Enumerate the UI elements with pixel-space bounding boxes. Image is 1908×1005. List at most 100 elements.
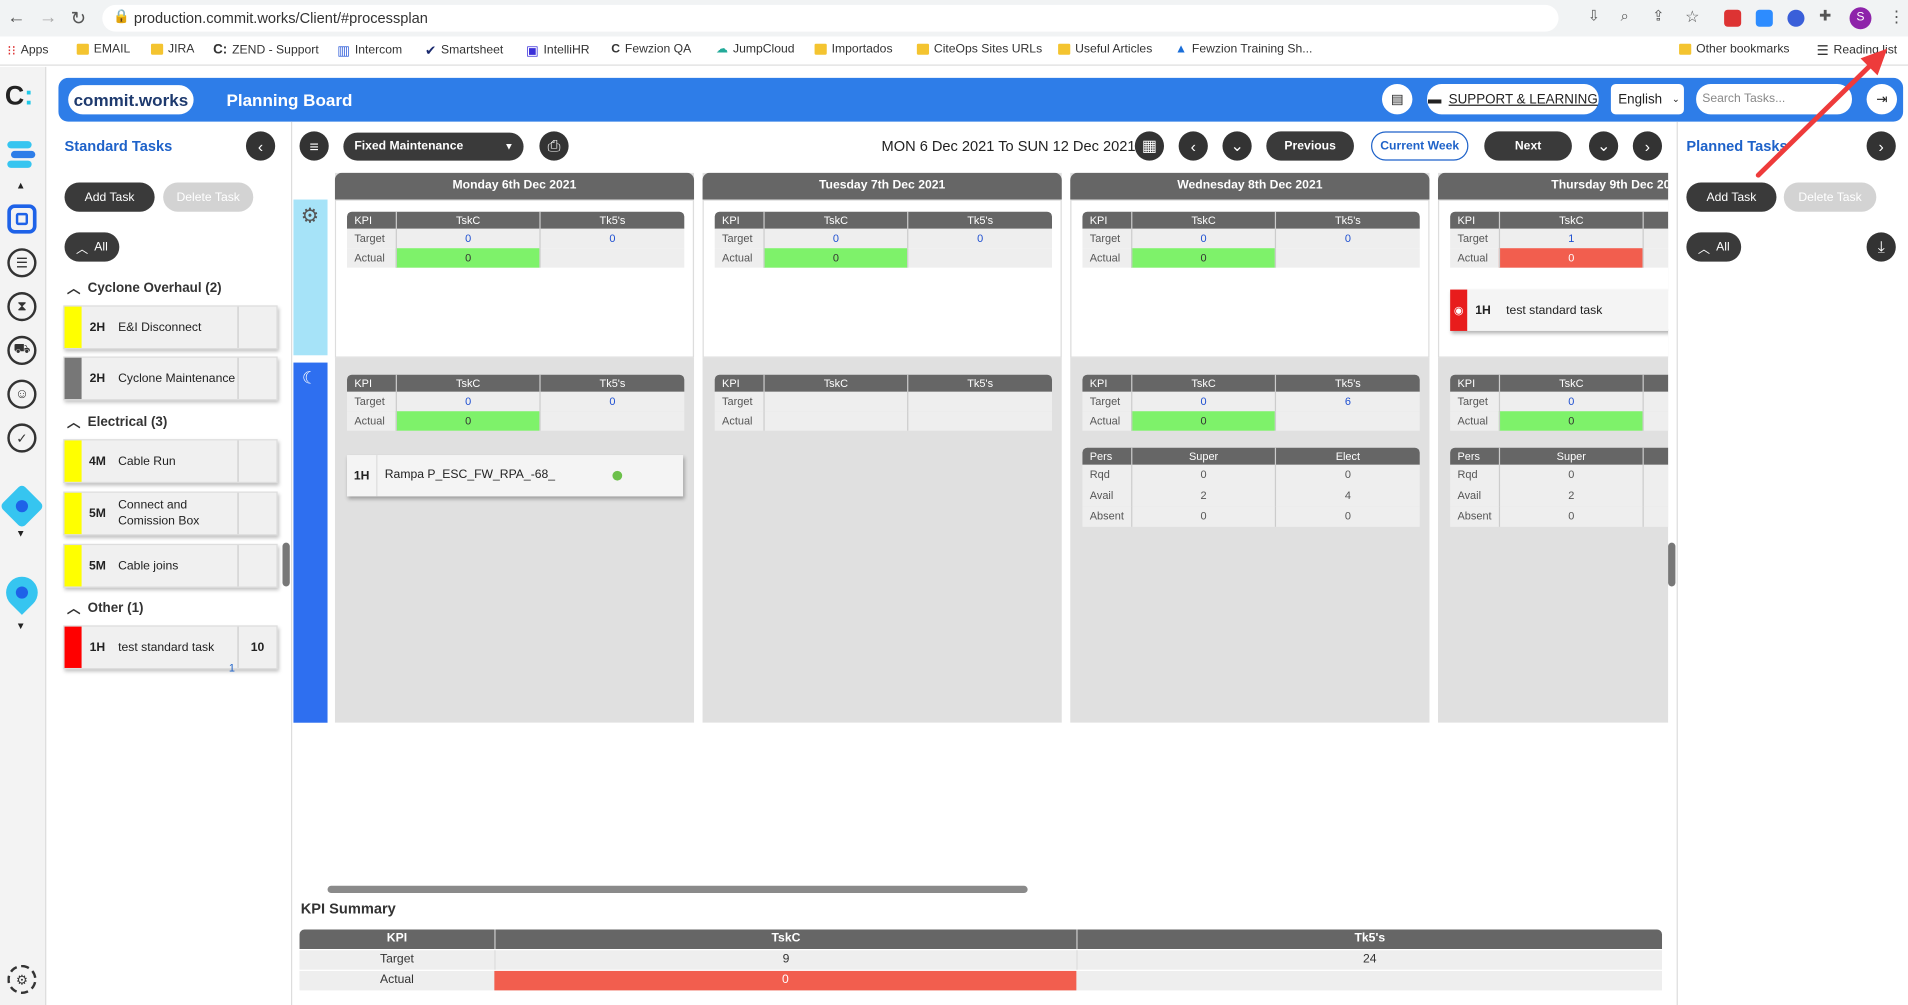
checkmark-icon[interactable]: ✓	[7, 423, 37, 453]
task-color-bar	[64, 306, 82, 348]
reload-icon[interactable]: ↻	[71, 7, 86, 30]
delete-task-button[interactable]: Delete Task	[163, 182, 254, 212]
task-color-bar	[64, 626, 82, 668]
kpi-summary-header: KPI TskC Tk5's	[299, 929, 1663, 950]
standard-task[interactable]: 4M Cable Run	[63, 439, 278, 484]
puzzle-icon[interactable]: ✚	[1819, 7, 1831, 24]
folder-icon	[76, 43, 89, 55]
filter-all-button[interactable]: ︿ All	[64, 232, 120, 262]
hourglass-icon[interactable]: ⧗	[7, 292, 37, 322]
board-area: Monday 6th Dec 2021 KPI TskC Tk5's Target 0…	[334, 172, 1669, 723]
kpi-table: KPI TskC Tk5's Target 0 0 Actual 0	[1082, 211, 1420, 268]
back-icon[interactable]: ←	[7, 7, 25, 28]
chevron-down-icon: ⌄	[1671, 93, 1681, 105]
zoom-icon[interactable]: ⌕	[1621, 7, 1629, 25]
bookmark-item[interactable]: ✔ Smartsheet	[425, 43, 503, 59]
folder-icon	[916, 43, 930, 55]
panel-resize-handle[interactable]	[282, 542, 290, 587]
language-select[interactable]: English ⌄	[1610, 83, 1684, 115]
bookmark-item[interactable]: C: ZEND - Support	[213, 43, 319, 58]
prev-arrow-icon[interactable]: ‹	[1178, 131, 1208, 161]
day-header: Monday 6th Dec 2021	[334, 172, 695, 200]
notes-icon[interactable]: ▤	[1381, 83, 1413, 115]
support-learning-button[interactable]: ▬ SUPPORT & LEARNING	[1427, 83, 1599, 115]
zoom-extension-icon[interactable]	[1755, 9, 1773, 27]
menu-icon[interactable]: ≡	[299, 131, 329, 161]
site-icon: C:	[213, 42, 228, 58]
bookmark-item[interactable]: ▣ IntelliHR	[526, 43, 590, 59]
chevron-down-icon[interactable]: ⌄	[1588, 131, 1619, 161]
install-icon[interactable]: ⇩	[1588, 7, 1600, 24]
kpi-summary-title: KPI Summary	[300, 900, 396, 918]
panel-resize-handle[interactable]	[1668, 542, 1676, 587]
address-bar[interactable]: 🔒 production.commit.works/Client/#proces…	[102, 4, 1559, 32]
standard-task[interactable]: 1H test standard task 1 10	[63, 625, 278, 673]
collapse-left-panel-button[interactable]: ‹	[245, 131, 276, 161]
gantt-icon[interactable]: ☰	[7, 248, 37, 278]
chevron-up-icon: ︿	[76, 242, 89, 257]
add-task-button[interactable]: Add Task	[64, 182, 155, 212]
profile-avatar[interactable]: S	[1849, 7, 1872, 30]
site-icon: C	[611, 42, 621, 56]
group-header[interactable]: ︿ Other (1)	[67, 599, 144, 618]
bookmark-item[interactable]: ☁ JumpCloud	[716, 43, 795, 56]
bookmark-item[interactable]: ▲ Fewzion Training Sh...	[1175, 43, 1312, 56]
download-icon[interactable]: ⤓	[1866, 232, 1896, 262]
day-column: Thursday 9th Dec 2021 KPITskCTk5's Targe…	[1437, 172, 1669, 723]
standard-task[interactable]: 5M Cable joins	[63, 543, 278, 588]
planned-task-card[interactable]: ◉ 1H test standard task	[1450, 289, 1669, 331]
next-button[interactable]: Next	[1484, 131, 1572, 161]
filter-all-button[interactable]: ︿ All	[1686, 232, 1742, 262]
caret-down-icon[interactable]: ▼	[16, 528, 26, 539]
current-week-button[interactable]: Current Week	[1371, 131, 1469, 161]
night-shift-marker: ☾	[293, 362, 328, 723]
jumpcloud-icon: ☁	[715, 42, 729, 56]
print-icon[interactable]: ⎙	[539, 131, 569, 161]
shift-select[interactable]: Fixed Maintenance ▼	[343, 132, 524, 161]
annotation-arrow	[1755, 48, 1888, 178]
intercom-icon: ▥	[337, 43, 350, 59]
bookmark-item[interactable]: ⁝⁝ Apps	[7, 43, 48, 59]
next-arrow-icon[interactable]: ›	[1632, 131, 1663, 161]
folder-icon	[150, 43, 164, 55]
kebab-menu-icon[interactable]: ⋮	[1888, 7, 1904, 26]
standard-task[interactable]: 2H Cyclone Maintenance	[63, 356, 278, 401]
previous-button[interactable]: Previous	[1266, 131, 1354, 161]
bookmark-item[interactable]: EMAIL	[76, 43, 130, 56]
smartsheet-icon: ✔	[424, 43, 437, 59]
planning-board-icon[interactable]	[7, 204, 37, 234]
group-header[interactable]: ︿ Cyclone Overhaul (2)	[67, 279, 222, 298]
bookmark-item[interactable]: Useful Articles	[1058, 43, 1152, 56]
caret-down-icon[interactable]: ▼	[16, 621, 26, 632]
standard-task[interactable]: 5M Connect and Comission Box	[63, 491, 278, 536]
person-icon[interactable]: ☺	[7, 379, 37, 409]
bookmark-item[interactable]: CiteOps Sites URLs	[916, 43, 1042, 56]
group-header[interactable]: ︿ Electrical (3)	[67, 412, 167, 431]
horizontal-scrollbar[interactable]	[327, 885, 1028, 894]
extension-icon[interactable]	[1724, 9, 1742, 27]
kpi-table: KPITskCTk5's Target1 Actual0	[1450, 211, 1669, 268]
truck-icon[interactable]: ⛟	[7, 335, 37, 366]
chevron-down-icon[interactable]: ⌄	[1222, 131, 1252, 161]
bookmark-item[interactable]: Importados	[814, 43, 893, 56]
bookmark-item[interactable]: JIRA	[150, 43, 194, 56]
standard-task[interactable]: 2H E&I Disconnect	[63, 305, 278, 350]
status-dot-icon	[612, 470, 623, 481]
chat-icon: ▬	[1427, 91, 1442, 107]
share-icon[interactable]: ⇪	[1652, 7, 1664, 24]
forward-icon[interactable]: →	[39, 7, 57, 28]
folder-icon	[1058, 43, 1071, 55]
bookmark-item[interactable]: C Fewzion QA	[611, 43, 691, 56]
calendar-icon[interactable]: ▦	[1134, 131, 1165, 161]
star-icon[interactable]: ☆	[1685, 7, 1699, 26]
chevron-up-icon: ︿	[66, 282, 81, 297]
caret-up-icon[interactable]: ▲	[16, 180, 26, 191]
divider	[291, 121, 293, 1005]
extension-icon[interactable]	[1787, 9, 1805, 27]
settings-gear-icon[interactable]: ⚙	[7, 964, 37, 995]
commit-works-logo: commit.works	[68, 85, 194, 115]
caret-down-icon: ▼	[504, 141, 514, 153]
planned-task-card[interactable]: 1H Rampa P_ESC_FW_RPA_-68_	[347, 455, 684, 497]
layers-icon[interactable]	[7, 141, 36, 170]
bookmark-item[interactable]: ▥ Intercom	[337, 43, 402, 59]
